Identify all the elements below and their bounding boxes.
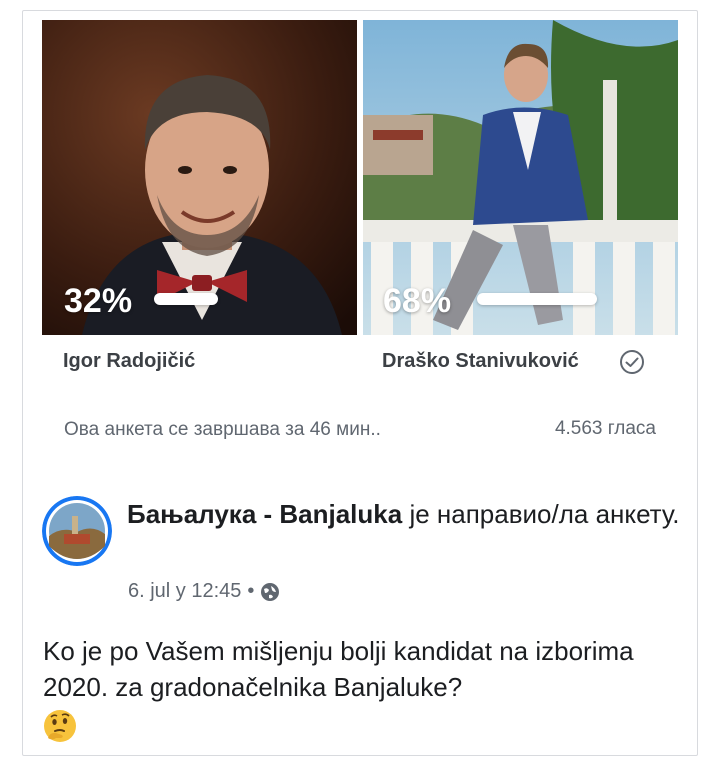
poll-bar-left: [154, 293, 218, 305]
post-header: Бањалука - Banjaluka је направио/ла анке…: [127, 497, 687, 531]
post-date[interactable]: 6. jul у 12:45: [128, 580, 241, 603]
globe-icon[interactable]: [260, 582, 280, 602]
poll-bar-right: [477, 293, 597, 305]
thinking-face-icon: [44, 710, 76, 742]
candidate-name-right[interactable]: Draško Stanivuković: [382, 350, 579, 373]
poll-percent-right: 68%: [383, 282, 452, 320]
candidate-name-left[interactable]: Igor Radojičić: [63, 350, 195, 373]
page-name-link[interactable]: Бањалука - Banjaluka: [127, 499, 402, 529]
poll-status-text: Ова анкета се завршава за 46 мин..: [64, 419, 381, 440]
page-avatar[interactable]: [42, 496, 112, 566]
vote-count[interactable]: 4.563 гласа: [555, 418, 656, 440]
post-action-text: је направио/ла анкету.: [402, 499, 680, 529]
meta-separator: •: [247, 580, 255, 602]
candidate-photo-left[interactable]: 32%: [42, 20, 357, 335]
avatar-image: [42, 496, 112, 566]
candidate-photo-right[interactable]: 68%: [363, 20, 678, 335]
poll-percent-left: 32%: [64, 282, 133, 320]
check-circle-icon: [620, 350, 644, 374]
post-text: Ko je po Vašem mišljenju bolji kandidat …: [43, 636, 634, 702]
post-meta: 6. jul у 12:45 •: [128, 580, 280, 603]
